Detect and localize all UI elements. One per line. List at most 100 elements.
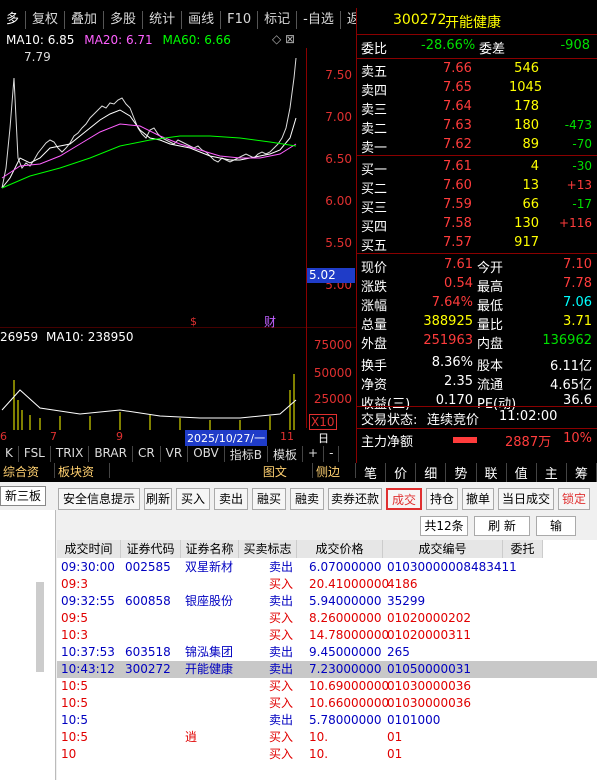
toolbar-diejia[interactable]: 叠加 — [65, 11, 105, 29]
netflow-row: 主力净额 2887万 10% — [357, 431, 597, 450]
waipan-label: 外盘 — [361, 337, 388, 352]
tab-obv[interactable]: OBV — [188, 446, 225, 462]
table-row[interactable]: 10:5 卖出 5.78000000 0101000 — [57, 712, 597, 729]
tab-brar[interactable]: BRAR — [89, 446, 133, 462]
toolbar-fuquan[interactable]: 复权 — [26, 11, 66, 29]
bid-volume: 13 — [522, 178, 539, 193]
weicha-label: 委差 — [479, 42, 506, 57]
cell-price: 7.23000000 — [309, 662, 382, 676]
date-mark: 7 — [50, 430, 57, 443]
tab-zhi[interactable]: 值 — [507, 463, 537, 482]
trade-button[interactable]: 卖出 — [214, 488, 248, 510]
table-row[interactable]: 09:30:00 002585 双星新材 卖出 6.07000000 0103000000… — [57, 559, 597, 576]
ask-row[interactable]: 卖三 7.64 178 — [357, 99, 597, 118]
tab-xi[interactable]: 细 — [416, 463, 447, 482]
trade-button[interactable]: 当日成交 — [498, 488, 554, 510]
event-marker-cai[interactable]: 财 — [264, 313, 276, 330]
toolbar-huaxian[interactable]: 画线 — [182, 11, 222, 29]
trade-button[interactable]: 安全信息提示 — [58, 488, 140, 510]
table-row[interactable]: 10:5 逍 买入 10. 01 — [57, 729, 597, 746]
quote-row: 外盘 251963 内盘 136962 — [357, 333, 597, 352]
toolbar-tongji[interactable]: 统计 — [143, 11, 183, 29]
column-header[interactable]: 买卖标志 — [239, 540, 297, 558]
tab-plus[interactable]: + — [303, 446, 325, 462]
table-row[interactable]: 09:32:55 600858 银座股份 卖出 5.94000000 35299 — [57, 593, 597, 610]
weibi-value: -28.66% — [421, 38, 476, 53]
column-header[interactable]: 委托 — [503, 540, 543, 558]
chart-settings-icons[interactable]: ◇ ⊠ — [272, 32, 295, 46]
tab-cr[interactable]: CR — [133, 446, 161, 462]
table-row[interactable]: 09:3 买入 20.41000000 4186 — [57, 576, 597, 593]
bid-row[interactable]: 买五 7.57 917 — [357, 235, 597, 254]
table-row[interactable]: 10:5 买入 10.69000000 01030000036 — [57, 678, 597, 695]
tab-shi[interactable]: 势 — [446, 463, 477, 482]
table-row[interactable]: 10:3 买入 14.78000000 01020000311 — [57, 627, 597, 644]
tab-chou[interactable]: 筹 — [567, 463, 597, 482]
refresh-grid-button[interactable]: 刷 新 — [474, 516, 530, 536]
trade-button[interactable]: 刷新 — [144, 488, 172, 510]
trade-button[interactable]: 融卖 — [290, 488, 324, 510]
trade-button[interactable]: 卖券还款 — [328, 488, 382, 510]
tab-minus[interactable]: - — [324, 446, 340, 462]
cell-side: 买入 — [269, 730, 294, 744]
candlestick-chart[interactable] — [0, 48, 356, 328]
bid-row[interactable]: 买一 7.61 4 -30 — [357, 159, 597, 178]
bid-row[interactable]: 买二 7.60 13 +13 — [357, 178, 597, 197]
trade-button[interactable]: 买入 — [176, 488, 210, 510]
cell-time: 10:5 — [61, 730, 88, 744]
ask-volume: 546 — [514, 61, 539, 76]
volume-chart[interactable] — [0, 330, 306, 430]
toolbar-biaoji[interactable]: 标记 — [258, 11, 298, 29]
toolbar-zixuan[interactable]: -自选 — [297, 11, 341, 29]
tab-f10-graphic[interactable]: 图文F10 — [260, 463, 314, 494]
tab-xinsanban[interactable]: 新三板 — [0, 486, 46, 506]
tab-k[interactable]: K — [0, 446, 19, 462]
trade-button[interactable]: 成交 — [386, 488, 422, 510]
tab-template[interactable]: 模板 — [268, 446, 303, 462]
scrollbar[interactable] — [36, 582, 44, 672]
weibi-row: 委比 -28.66% 委差 -908 — [357, 38, 597, 57]
ask-row[interactable]: 卖四 7.65 1045 — [357, 80, 597, 99]
trade-button[interactable]: 撤单 — [462, 488, 494, 510]
column-header[interactable]: 成交编号 — [383, 540, 503, 558]
bid-row[interactable]: 买四 7.58 130 +116 — [357, 216, 597, 235]
output-button[interactable]: 输 — [536, 516, 576, 536]
table-row[interactable]: 10:37:53 603518 锦泓集团 卖出 9.45000000 265 — [57, 644, 597, 661]
toolbar-f10[interactable]: F10 — [221, 11, 259, 29]
tab-zonghe[interactable]: 综合资讯 — [0, 463, 55, 496]
table-row[interactable]: 10:43:12 300272 开能健康 卖出 7.23000000 0105000003… — [57, 661, 597, 678]
toolbar-duogu[interactable]: 多股 — [104, 11, 144, 29]
column-header[interactable]: 证券代码 — [121, 540, 181, 558]
table-row[interactable]: 10:5 买入 10.66000000 01030000036 — [57, 695, 597, 712]
column-header[interactable]: 成交时间 — [57, 540, 121, 558]
ask-row[interactable]: 卖一 7.62 89 -70 — [357, 137, 597, 156]
trade-button[interactable]: 持仓 — [426, 488, 458, 510]
bid-row[interactable]: 买三 7.59 66 -17 — [357, 197, 597, 216]
tab-indicator-b[interactable]: 指标B — [225, 446, 268, 462]
column-header[interactable]: 成交价格 — [297, 540, 383, 558]
tab-vr[interactable]: VR — [161, 446, 189, 462]
tab-trix[interactable]: TRIX — [51, 446, 90, 462]
tab-zhu[interactable]: 主 — [537, 463, 567, 482]
tab-jia[interactable]: 价 — [386, 463, 417, 482]
table-row[interactable]: 10 买入 10. 01 — [57, 746, 597, 763]
ask-row[interactable]: 卖五 7.66 546 — [357, 61, 597, 80]
ask-row[interactable]: 卖二 7.63 180 -473 — [357, 118, 597, 137]
tab-lian[interactable]: 联 — [477, 463, 507, 482]
liutong-label: 流通 — [477, 378, 504, 393]
bid-change: +116 — [559, 216, 592, 230]
netflow-bar — [453, 437, 477, 443]
event-marker-s[interactable]: $ — [190, 315, 197, 328]
tab-fsl[interactable]: FSL — [19, 446, 51, 462]
tab-bi[interactable]: 笔 — [356, 463, 387, 482]
date-mark: 11 — [280, 430, 294, 443]
tab-bankuai[interactable]: 板块资讯 — [55, 463, 110, 496]
back-button[interactable]: 多 — [0, 11, 27, 29]
bid-change: -30 — [572, 159, 592, 173]
side-panel — [0, 510, 56, 780]
trade-button[interactable]: 锁定 — [558, 488, 590, 510]
column-header[interactable]: 证券名称 — [181, 540, 239, 558]
tab-sidebar[interactable]: 侧边栏 — [313, 463, 356, 496]
trade-button[interactable]: 融买 — [252, 488, 286, 510]
table-row[interactable]: 09:5 买入 8.26000000 01020000202 — [57, 610, 597, 627]
